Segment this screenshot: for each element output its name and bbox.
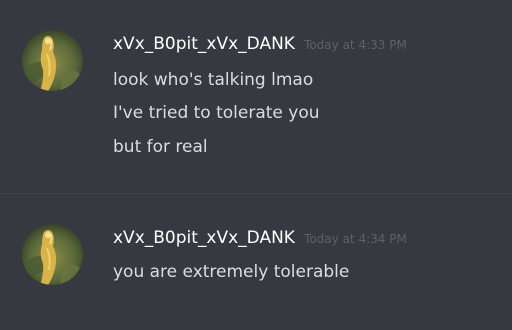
golden-figure-avatar-icon xyxy=(22,30,83,91)
username[interactable]: xVx_B0pit_xVx_DANK xyxy=(113,34,295,54)
message-text: you are extremely tolerable xyxy=(113,262,350,282)
message-text: look who's talking lmao xyxy=(113,70,314,90)
timestamp: Today at 4:33 PM xyxy=(304,38,407,52)
message-header: xVx_B0pit_xVx_DANK Today at 4:33 PM xyxy=(113,34,407,54)
message-header: xVx_B0pit_xVx_DANK Today at 4:34 PM xyxy=(113,228,407,248)
message-text: I've tried to tolerate you xyxy=(113,103,320,123)
message-divider xyxy=(0,193,512,194)
message-text: but for real xyxy=(113,137,208,157)
username[interactable]: xVx_B0pit_xVx_DANK xyxy=(113,228,295,248)
chat-messages: xVx_B0pit_xVx_DANK Today at 4:33 PM look… xyxy=(0,0,512,330)
timestamp: Today at 4:34 PM xyxy=(304,232,407,246)
avatar[interactable] xyxy=(22,30,83,91)
golden-figure-avatar-icon xyxy=(22,224,83,285)
avatar[interactable] xyxy=(22,224,83,285)
